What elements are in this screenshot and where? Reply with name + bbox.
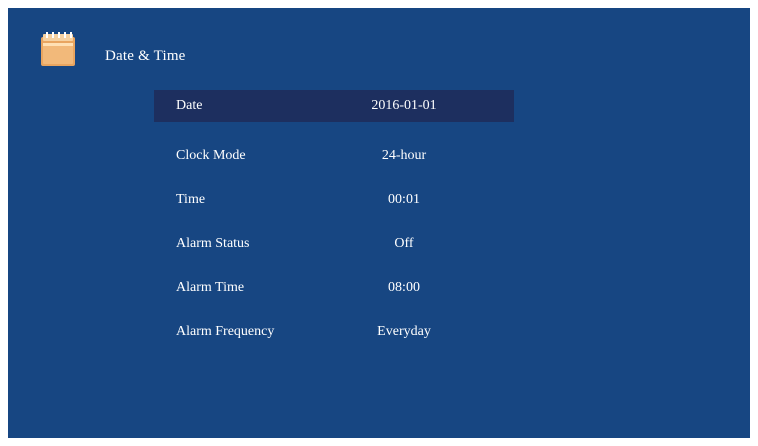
menu-item-clock-mode[interactable]: Clock Mode 24-hour: [154, 134, 514, 178]
menu-item-alarm-status[interactable]: Alarm Status Off: [154, 222, 514, 266]
calendar-folder-icon: [38, 30, 78, 70]
menu-item-label: Alarm Status: [176, 236, 250, 251]
menu-item-value: 00:01: [388, 192, 420, 207]
menu-item-value: Everyday: [377, 324, 431, 339]
menu-item-value: 24-hour: [381, 148, 427, 163]
settings-menu: Date 2016-01-01 Clock Mode 24-hour Time …: [154, 90, 514, 354]
menu-item-time[interactable]: Time 00:01: [154, 178, 514, 222]
menu-item-label: Alarm Frequency: [176, 324, 275, 339]
menu-item-alarm-time[interactable]: Alarm Time 08:00: [154, 266, 514, 310]
menu-item-value: Off: [394, 236, 414, 251]
header: Date & Time: [8, 8, 750, 88]
menu-item-label: Time: [176, 192, 206, 207]
settings-screen: Date & Time Date 2016-01-01 Clock Mode 2…: [8, 8, 750, 438]
page-title: Date & Time: [105, 48, 186, 64]
menu-item-value: 08:00: [388, 280, 420, 295]
menu-item-label: Clock Mode: [176, 148, 246, 163]
menu-item-label: Date: [176, 98, 203, 113]
menu-item-date[interactable]: Date 2016-01-01: [154, 90, 514, 122]
menu-item-label: Alarm Time: [176, 280, 245, 295]
menu-item-alarm-frequency[interactable]: Alarm Frequency Everyday: [154, 310, 514, 354]
menu-item-value: 2016-01-01: [371, 98, 437, 113]
